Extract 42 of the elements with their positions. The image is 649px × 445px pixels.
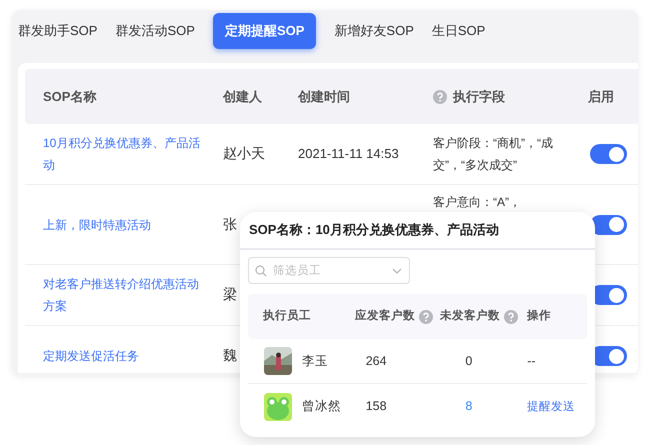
toggle-switch[interactable] [590, 144, 627, 164]
table-cell: 8 [465, 399, 472, 414]
table-cell: 梁 [223, 286, 237, 302]
tab[interactable]: 群发活动SOP [115, 21, 195, 41]
search-icon [255, 265, 267, 277]
sop-name-link[interactable]: 10月积分兑换优惠券、产品活动 [43, 132, 203, 176]
column-header: 执行字段 [453, 88, 505, 106]
table-cell: 0 [465, 354, 472, 368]
tab[interactable]: 生日SOP [432, 21, 486, 41]
tab[interactable]: 群发助手SOP [18, 21, 98, 41]
tab[interactable]: 定期提醒SOP [212, 13, 316, 49]
employee-name: 李玉 [302, 352, 328, 370]
column-header: 创建人 [223, 88, 262, 106]
sop-name-link[interactable]: 定期发送促活任务 [43, 345, 203, 367]
chevron-down-icon [392, 268, 402, 274]
column-header: 未发客户数 [440, 308, 500, 324]
table-cell: 158 [366, 399, 387, 414]
column-header: SOP名称 [43, 88, 96, 106]
column-header: 创建时间 [298, 88, 350, 106]
help-icon [504, 310, 518, 324]
table-cell-text: 客户意向：“A”， [433, 194, 522, 211]
remind-link[interactable]: 提醒发送 [527, 400, 576, 413]
table-cell: 2021-11-11 14:53 [298, 146, 399, 161]
table-cell: 张 [223, 216, 237, 232]
help-icon [433, 90, 447, 104]
toggle-switch[interactable] [590, 214, 627, 234]
column-header: 应发客户数 [355, 308, 415, 324]
table-cell-text: 客户阶段：“商机”，“成交”，“多次成交” [433, 135, 554, 174]
employee-name: 曾冰然 [302, 398, 341, 416]
table-cell: -- [527, 354, 536, 368]
popup-title: SOP名称：10月积分兑换优惠券、产品活动 [249, 221, 499, 240]
table-cell: 264 [366, 354, 387, 368]
column-header: 操作 [527, 308, 551, 324]
tab[interactable]: 新增好友SOP [334, 21, 414, 41]
sop-name-link[interactable]: 上新，限时特惠活动 [43, 214, 203, 236]
column-header: 启用 [588, 88, 614, 106]
column-header: 执行员工 [263, 308, 311, 324]
help-icon [419, 310, 433, 324]
table-cell: 魏 [223, 347, 237, 363]
search-field[interactable]: 筛选员工 [248, 257, 410, 284]
table-cell: 赵小天 [223, 145, 265, 161]
sop-name-link[interactable]: 对老客户推送转介绍优惠活动方案 [43, 273, 203, 317]
